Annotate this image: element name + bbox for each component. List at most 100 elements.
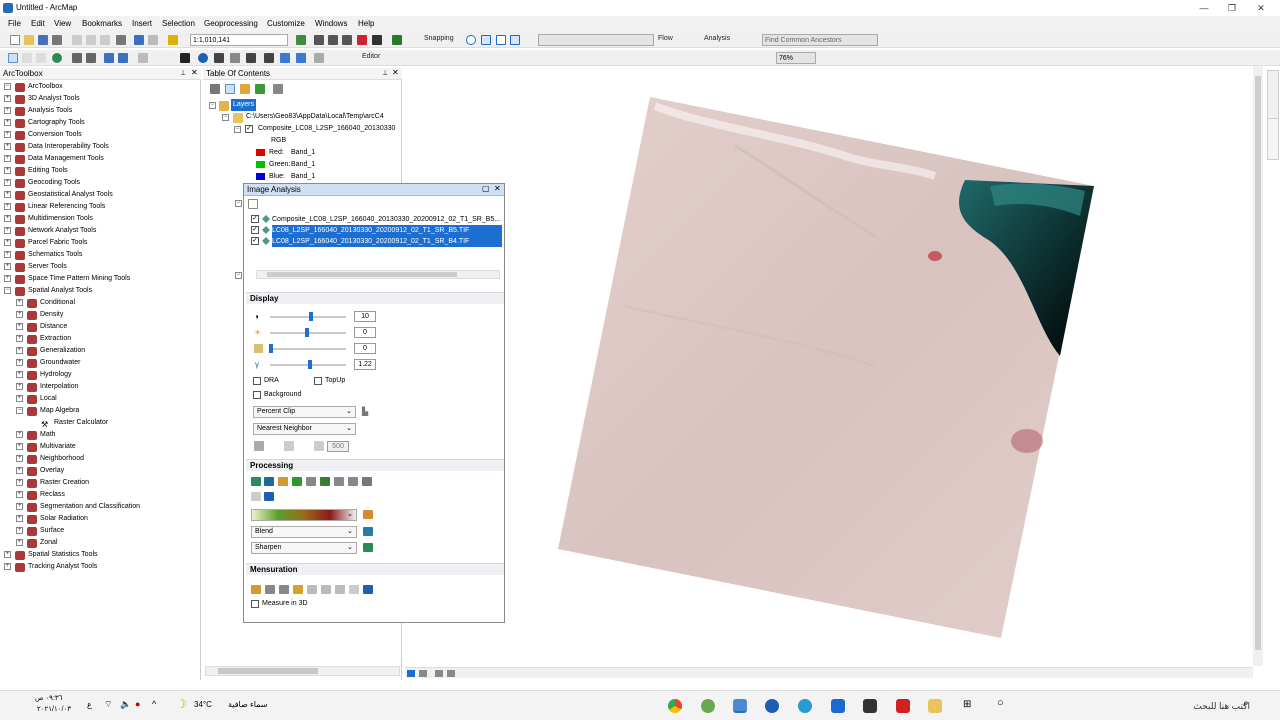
toolbox-item[interactable]: + Tracking Analyst Tools bbox=[0, 561, 200, 573]
back-extent-icon[interactable] bbox=[104, 53, 114, 63]
orthorectify-icon[interactable] bbox=[320, 477, 330, 486]
qgis-icon[interactable] bbox=[701, 699, 715, 713]
menu-selection[interactable]: Selection bbox=[162, 19, 195, 28]
select-features-icon[interactable] bbox=[138, 53, 148, 63]
layer-visibility-checkbox[interactable]: ✓ bbox=[245, 125, 253, 133]
volume-icon[interactable]: 🔈 bbox=[120, 699, 131, 710]
minimize-button[interactable]: — bbox=[1198, 2, 1210, 14]
gift-app-icon[interactable] bbox=[896, 699, 910, 713]
zoom-in-icon[interactable] bbox=[8, 53, 18, 63]
transparency-slider[interactable] bbox=[270, 348, 346, 350]
list-by-source-icon[interactable] bbox=[225, 84, 235, 94]
pan-icon[interactable] bbox=[36, 53, 46, 63]
cortana-icon[interactable]: ○ bbox=[997, 697, 1004, 709]
file-explorer-icon[interactable] bbox=[928, 699, 942, 713]
tree-expander[interactable]: + bbox=[4, 563, 11, 570]
tree-expander[interactable]: − bbox=[16, 407, 23, 414]
tree-expander[interactable]: + bbox=[16, 515, 23, 522]
base-to-shadow-icon[interactable] bbox=[279, 585, 289, 594]
toolset-item[interactable]: + Conditional bbox=[0, 297, 200, 309]
tree-expander[interactable]: + bbox=[4, 143, 11, 150]
map-vscroll-thumb[interactable] bbox=[1255, 76, 1261, 650]
language-indicator[interactable]: ع bbox=[87, 700, 92, 709]
edge-snapping-icon[interactable] bbox=[510, 35, 520, 45]
data-view-icon[interactable] bbox=[407, 670, 415, 677]
blend-dropdown[interactable]: Blend ⌄ bbox=[251, 526, 357, 538]
layer-name[interactable]: Composite_LC08_L2SP_166040_20130330 bbox=[258, 123, 401, 135]
identify-icon[interactable] bbox=[198, 53, 208, 63]
point-measure-icon[interactable] bbox=[335, 585, 345, 594]
tree-expander[interactable]: + bbox=[16, 359, 23, 366]
height-measure-icon[interactable] bbox=[251, 585, 261, 594]
toolset-item[interactable]: + Neighborhood bbox=[0, 453, 200, 465]
filter-icon[interactable] bbox=[264, 492, 274, 501]
paste-icon[interactable] bbox=[100, 35, 110, 45]
catalog-window-icon[interactable] bbox=[328, 35, 338, 45]
chrome-icon[interactable] bbox=[668, 699, 682, 713]
dra-checkbox[interactable] bbox=[253, 377, 261, 385]
sharpen-dropdown[interactable]: Sharpen ⌄ bbox=[251, 542, 357, 554]
toolbox-item[interactable]: + Analysis Tools bbox=[0, 105, 200, 117]
distance-measure-icon[interactable] bbox=[307, 585, 317, 594]
gamma-value[interactable]: 1.22 bbox=[354, 359, 376, 370]
search-icon[interactable]: ⌕ bbox=[1243, 698, 1249, 709]
cut-icon[interactable] bbox=[72, 35, 82, 45]
copy-icon[interactable] bbox=[86, 35, 96, 45]
folder-path[interactable]: C:\Users\Geo83\AppData\Local\Temp\arcC4 bbox=[246, 111, 401, 123]
map-horizontal-scrollbar[interactable] bbox=[405, 667, 1253, 678]
scale-input[interactable]: 1:1,010,141 bbox=[190, 34, 288, 46]
time-slider-icon[interactable] bbox=[296, 53, 306, 63]
vertex-snapping-icon[interactable] bbox=[496, 35, 506, 45]
brightness-slider-thumb[interactable] bbox=[305, 328, 309, 337]
toolbox-item[interactable]: + Data Interoperability Tools bbox=[0, 141, 200, 153]
tree-expander[interactable]: + bbox=[4, 263, 11, 270]
toolset-item[interactable]: + Groundwater bbox=[0, 357, 200, 369]
flow-label[interactable]: Flow bbox=[658, 35, 673, 42]
add-data-icon[interactable] bbox=[168, 35, 178, 45]
list-by-drawing-order-icon[interactable] bbox=[210, 84, 220, 94]
search-window-icon[interactable] bbox=[342, 35, 352, 45]
tree-expander[interactable]: + bbox=[16, 539, 23, 546]
tree-expander[interactable]: + bbox=[4, 275, 11, 282]
taskbar-time[interactable]: ٠٩:٣٦ ص bbox=[35, 694, 62, 702]
flicker-icon[interactable] bbox=[284, 441, 294, 451]
background-checkbox[interactable] bbox=[253, 391, 261, 399]
toolbox-item[interactable]: + Linear Referencing Tools bbox=[0, 201, 200, 213]
close-panel-icon[interactable]: ✕ bbox=[191, 68, 198, 77]
refresh-rate-icon[interactable] bbox=[314, 441, 324, 451]
full-extent-icon[interactable] bbox=[52, 53, 62, 63]
flow-input[interactable] bbox=[538, 34, 654, 46]
apply-sharpen-icon[interactable] bbox=[363, 543, 373, 552]
tree-expander[interactable]: + bbox=[4, 131, 11, 138]
tree-expander[interactable]: + bbox=[4, 239, 11, 246]
toolset-item[interactable]: + Overlay bbox=[0, 465, 200, 477]
tree-expander[interactable]: + bbox=[16, 527, 23, 534]
measure-results-icon[interactable] bbox=[363, 585, 373, 594]
area-measure-icon[interactable] bbox=[321, 585, 331, 594]
toolset-item[interactable]: + Reclass bbox=[0, 489, 200, 501]
toc-scroll-thumb[interactable] bbox=[218, 668, 318, 674]
tree-expander[interactable]: + bbox=[4, 551, 11, 558]
display-section-header[interactable]: Display bbox=[246, 292, 504, 304]
network-status-icon[interactable]: ● bbox=[135, 699, 140, 709]
toc-pin-icon[interactable]: ⊥ bbox=[382, 69, 388, 77]
centroid-icon[interactable] bbox=[349, 585, 359, 594]
layout-view-icon[interactable] bbox=[419, 670, 427, 677]
shadow-icon[interactable] bbox=[348, 477, 358, 486]
toc-window-icon[interactable] bbox=[314, 35, 324, 45]
toolset-item[interactable]: + Surface bbox=[0, 525, 200, 537]
transparency-slider-thumb[interactable] bbox=[269, 344, 273, 353]
close-button[interactable]: ✕ bbox=[1255, 2, 1267, 14]
tree-expander[interactable]: + bbox=[4, 167, 11, 174]
tree-expander[interactable]: + bbox=[4, 179, 11, 186]
list-by-visibility-icon[interactable] bbox=[240, 84, 250, 94]
tree-expander[interactable]: + bbox=[16, 455, 23, 462]
end-snapping-icon[interactable] bbox=[481, 35, 491, 45]
list-by-selection-icon[interactable] bbox=[255, 84, 265, 94]
band-row[interactable]: Green: Band_1 bbox=[255, 159, 395, 171]
ia-layer-item[interactable]: ✓ Composite_LC08_L2SP_166040_20130330_202… bbox=[248, 214, 502, 225]
show-hidden-icons[interactable]: ^ bbox=[152, 699, 156, 709]
colormap-dropdown[interactable]: ⌄ bbox=[251, 509, 357, 521]
tree-expander[interactable]: + bbox=[4, 251, 11, 258]
tree-expander[interactable]: + bbox=[16, 311, 23, 318]
